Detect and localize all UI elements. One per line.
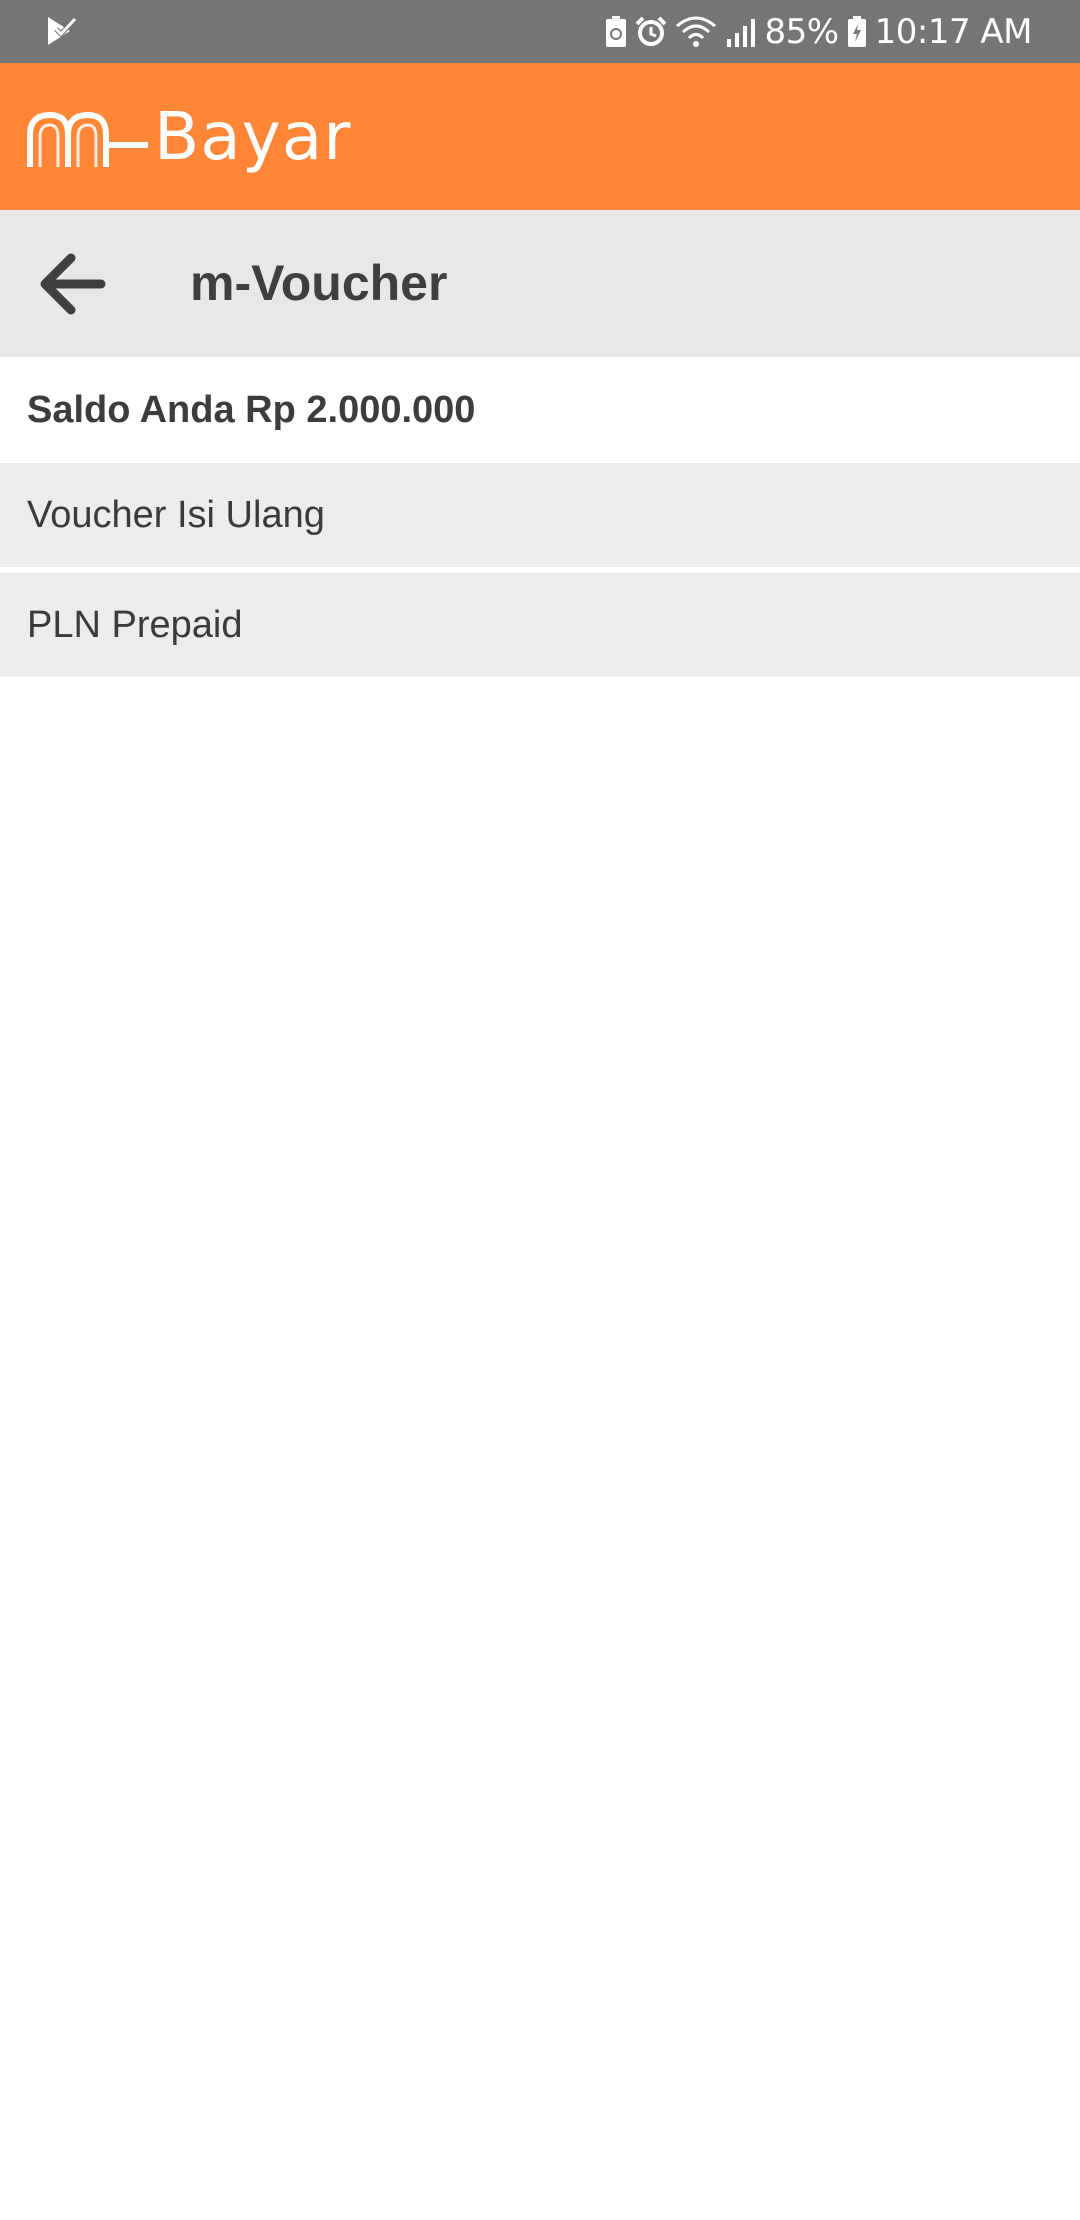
balance-section: Saldo Anda Rp 2.000.000 (0, 357, 1080, 463)
menu-item-label: PLN Prepaid (27, 604, 243, 646)
alarm-icon (635, 16, 667, 48)
status-bar: 85% 10:17 AM (0, 0, 1080, 63)
mbayar-logo: Bayar (24, 95, 424, 185)
signal-icon (725, 17, 757, 47)
notification-icon (44, 13, 80, 49)
back-button[interactable] (26, 246, 118, 322)
menu-list: Voucher Isi Ulang PLN Prepaid (0, 463, 1080, 683)
battery-saver-icon (605, 15, 627, 48)
battery-charging-icon (847, 15, 867, 48)
menu-item-voucher-isi-ulang[interactable]: Voucher Isi Ulang (0, 463, 1080, 567)
battery-percent: 85% (764, 11, 840, 52)
balance-text: Saldo Anda Rp 2.000.000 (27, 389, 476, 431)
menu-item-pln-prepaid[interactable]: PLN Prepaid (0, 573, 1080, 677)
status-icons: 85% 10:17 AM (605, 0, 1033, 63)
logo-text: Bayar (154, 98, 352, 175)
menu-item-label: Voucher Isi Ulang (27, 494, 325, 536)
clock: 10:17 AM (874, 11, 1033, 52)
wifi-icon (675, 16, 717, 48)
app-header: Bayar (0, 63, 1080, 210)
toolbar: m-Voucher (0, 210, 1080, 357)
page-title: m-Voucher (190, 255, 448, 311)
arrow-left-icon (40, 253, 106, 315)
